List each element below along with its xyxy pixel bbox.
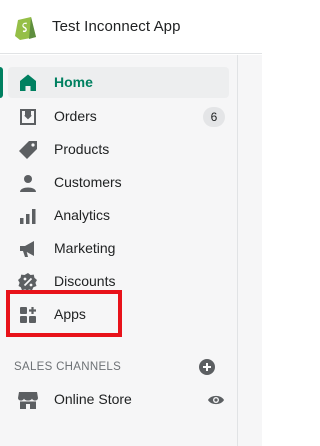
sidebar-item-marketing[interactable]: Marketing: [8, 233, 229, 264]
main-content-area: [237, 55, 262, 446]
active-indicator: [0, 67, 3, 98]
sidebar-item-label: Products: [54, 141, 110, 157]
orders-count-badge: 6: [203, 107, 225, 127]
sidebar-item-label: Customers: [54, 174, 122, 190]
sidebar-item-label: Home: [54, 74, 93, 90]
products-tag-icon: [19, 141, 37, 159]
store-name[interactable]: Test Inconnect App: [52, 18, 181, 35]
orders-icon: [20, 109, 36, 125]
customers-icon: [20, 175, 36, 192]
sidebar-item-label: Orders: [54, 108, 97, 124]
sidebar-item-label: Online Store: [54, 391, 132, 407]
sidebar-item-label: Analytics: [54, 207, 111, 223]
sidebar-item-products[interactable]: Products: [8, 134, 229, 165]
shopify-logo-icon: [15, 17, 36, 40]
sales-channels-heading: SALES CHANNELS: [14, 361, 122, 373]
sidebar-item-label: Discounts: [54, 273, 116, 289]
top-bar: Test Inconnect App: [0, 0, 262, 54]
sidebar-item-online-store[interactable]: Online Store: [8, 384, 229, 415]
add-sales-channel-icon[interactable]: [198, 358, 216, 376]
home-icon: [20, 74, 36, 91]
sidebar-item-home[interactable]: Home: [8, 67, 229, 98]
sidebar-item-analytics[interactable]: Analytics: [8, 200, 229, 231]
online-store-icon: [18, 392, 38, 409]
apps-highlight-box: [6, 290, 122, 337]
analytics-icon: [20, 209, 36, 224]
eye-icon[interactable]: [207, 391, 225, 409]
sidebar-item-customers[interactable]: Customers: [8, 167, 229, 198]
marketing-megaphone-icon: [20, 241, 34, 257]
sidebar-item-label: Marketing: [54, 240, 116, 256]
sidebar-item-orders[interactable]: Orders 6: [8, 101, 229, 132]
